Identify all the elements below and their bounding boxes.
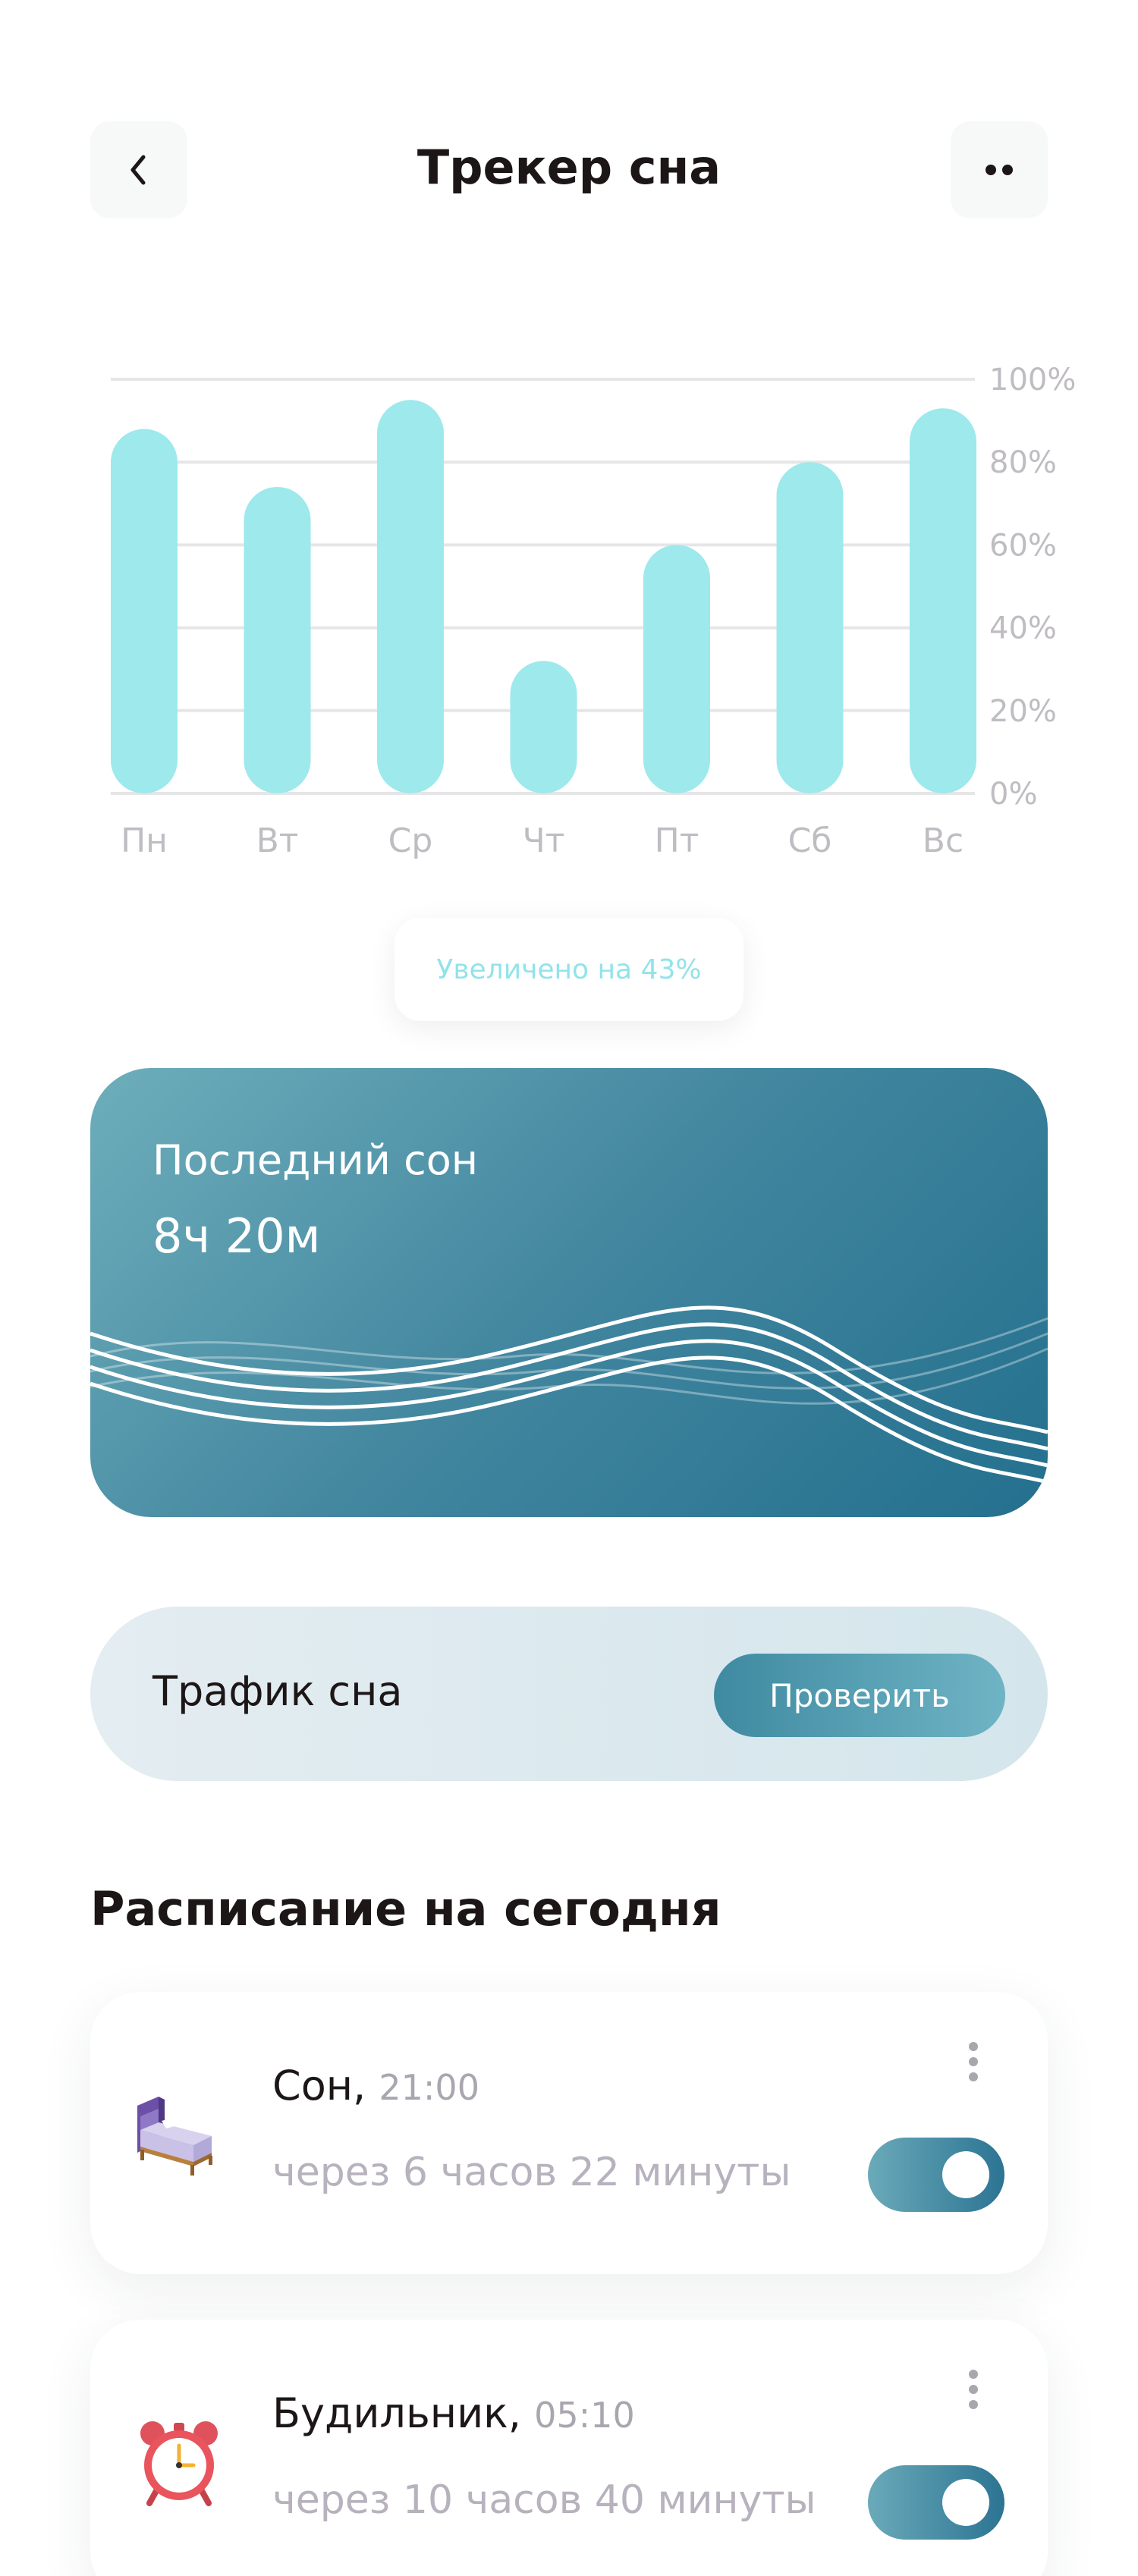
more-vertical-icon[interactable] [966, 2039, 981, 2084]
toggle-knob [942, 2151, 989, 2198]
x-tick-label: Сб [788, 821, 832, 860]
y-tick-label: 60% [989, 528, 1057, 563]
y-tick-label: 0% [989, 777, 1037, 812]
x-tick-label: Пт [655, 821, 699, 860]
sleep-traffic-label: Трафик сна [152, 1667, 403, 1715]
alarm-clock-icon [140, 2421, 218, 2506]
check-button[interactable]: Проверить [714, 1654, 1005, 1737]
x-tick-label: Вт [256, 821, 299, 860]
x-tick-label: Ср [388, 821, 433, 860]
header: Трекер сна [0, 0, 1138, 341]
sleep-chart: 0% 20% 40% 60% 80% 100% Пн Вт Ср Чт Пт Сб Вс [0, 334, 1138, 880]
sleep-bar-chart: 0% 20% 40% 60% 80% 100% Пн Вт Ср Чт Пт Сб Вс [111, 363, 1076, 860]
chart-bar[interactable] [244, 486, 311, 793]
chart-bar[interactable] [111, 429, 178, 793]
schedule-item-subtitle: через 10 часов 40 минуты [272, 2477, 816, 2523]
sleep-wave-decoration [90, 1305, 1048, 1484]
x-tick-label: Чт [523, 821, 565, 860]
schedule-item-alarm[interactable]: Будильник, 05:10 через 10 часов 40 минут… [90, 2320, 1048, 2576]
alarm-toggle[interactable] [868, 2465, 1004, 2540]
last-sleep-value: 8ч 20м [152, 1208, 321, 1264]
y-tick-label: 100% [989, 363, 1076, 397]
chart-bar[interactable] [510, 661, 577, 793]
schedule-item-time: 05:10 [534, 2395, 635, 2436]
y-tick-label: 20% [989, 694, 1057, 729]
bed-icon [137, 2097, 212, 2175]
schedule-item-name: Будильник, [272, 2389, 521, 2437]
more-vertical-icon[interactable] [966, 2367, 981, 2412]
y-tick-label: 40% [989, 611, 1057, 646]
schedule-item-subtitle: через 6 часов 22 минуты [272, 2150, 791, 2195]
schedule-item-name: Сон, [272, 2062, 366, 2109]
last-sleep-card[interactable]: Последний сон 8ч 20м [90, 1068, 1048, 1517]
schedule-title: Расписание на сегодня [90, 1881, 721, 1937]
chart-bar[interactable] [776, 462, 844, 793]
increase-badge: Увеличено на 43% [395, 918, 743, 1021]
x-tick-label: Вс [923, 821, 964, 860]
chart-bar[interactable] [910, 408, 976, 793]
toggle-knob [942, 2479, 989, 2526]
sleep-toggle[interactable] [868, 2138, 1004, 2212]
schedule-item-time: 21:00 [379, 2067, 479, 2108]
chart-bar[interactable] [643, 545, 710, 793]
chart-bar[interactable] [377, 400, 444, 793]
schedule-item-title: Сон, 21:00 [272, 2062, 479, 2109]
schedule-item-title: Будильник, 05:10 [272, 2389, 635, 2437]
more-dots-icon [986, 165, 1013, 175]
last-sleep-title: Последний сон [152, 1136, 479, 1184]
y-tick-label: 80% [989, 445, 1057, 480]
sleep-traffic-card: Трафик сна Проверить [90, 1607, 1048, 1781]
x-tick-label: Пн [121, 821, 168, 860]
schedule-item-sleep[interactable]: Сон, 21:00 через 6 часов 22 минуты [90, 1992, 1048, 2274]
more-button[interactable] [951, 121, 1048, 218]
